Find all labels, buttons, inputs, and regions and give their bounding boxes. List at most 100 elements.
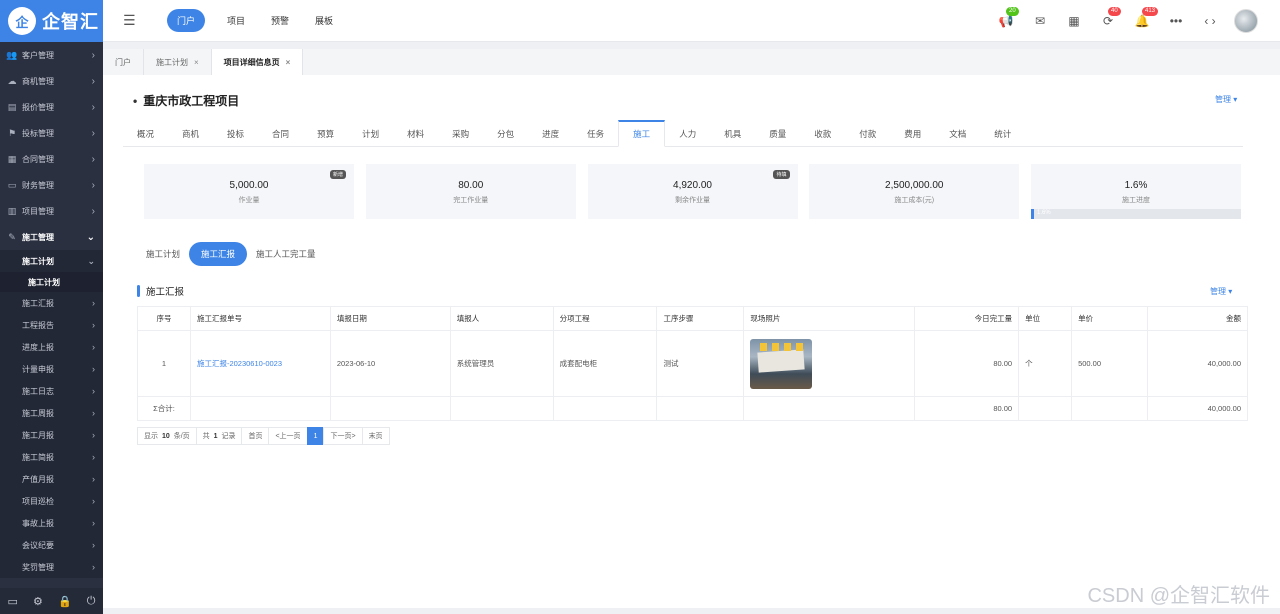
project-tab[interactable]: 机具 xyxy=(710,120,755,147)
project-tab[interactable]: 合同 xyxy=(258,120,303,147)
prev-page-button[interactable]: <上一页 xyxy=(268,427,308,445)
col-header[interactable]: 工序步骤 xyxy=(656,306,745,331)
sidebar-sub-item[interactable]: 施工汇报 › xyxy=(0,292,103,314)
next-page-button[interactable]: 下一页> xyxy=(323,427,363,445)
sidebar-sub-item[interactable]: 会议纪要 › xyxy=(0,534,103,556)
sidebar-item-project[interactable]: ▥ 项目管理 › xyxy=(0,198,103,224)
project-tab[interactable]: 分包 xyxy=(483,120,528,147)
bell-icon[interactable]: 🔔 413 xyxy=(1130,7,1159,28)
report-code-link[interactable]: 施工汇报-20230610-0023 xyxy=(189,330,331,397)
sidebar-sub-item[interactable]: 施工月报 › xyxy=(0,424,103,446)
page-size[interactable]: 显示 10 条/页 xyxy=(137,427,197,445)
chevron-right-icon: › xyxy=(92,430,95,440)
avatar[interactable] xyxy=(1234,9,1258,33)
sidebar-item-finance[interactable]: ▭ 财务管理 › xyxy=(0,172,103,198)
project-tab[interactable]: 任务 xyxy=(573,120,618,147)
page-tabs: 门户 施工计划 × 项目详细信息页 × xyxy=(103,49,1280,75)
site-photo[interactable] xyxy=(750,338,813,389)
sidebar-sub-item[interactable]: 奖罚管理 › xyxy=(0,556,103,578)
manage-dropdown[interactable]: 管理 ▾ xyxy=(1215,94,1237,105)
monitor-icon[interactable]: ▭ xyxy=(8,595,18,608)
project-tab[interactable]: 文档 xyxy=(935,120,980,147)
sidebar-sub-item[interactable]: 进度上报 › xyxy=(0,336,103,358)
sidebar-sub-item[interactable]: 施工日志 › xyxy=(0,380,103,402)
sidebar-item-bid[interactable]: ⚑ 投标管理 › xyxy=(0,120,103,146)
project-tab[interactable]: 费用 xyxy=(890,120,935,147)
chevron-right-icon: › xyxy=(92,342,95,352)
sidebar-sub-construction-plan[interactable]: 施工计划 ⌄ xyxy=(0,250,103,272)
section-manage-dropdown[interactable]: 管理 ▾ xyxy=(1210,286,1232,297)
project-tab[interactable]: 施工 xyxy=(618,120,666,147)
sync-icon[interactable]: ⟳ 40 xyxy=(1096,7,1121,28)
sidebar-item-opportunity[interactable]: ☁ 商机管理 › xyxy=(0,68,103,94)
sidebar-sub-item[interactable]: 项目巡检 › xyxy=(0,490,103,512)
col-header[interactable]: 施工汇报单号 xyxy=(189,306,331,331)
menu-toggle-icon[interactable]: ☰ xyxy=(123,12,137,29)
col-header[interactable]: 今日完工量 xyxy=(914,306,1020,331)
nav-board[interactable]: 展板 xyxy=(315,9,333,32)
project-tab[interactable]: 质量 xyxy=(755,120,800,147)
table-row[interactable]: 1 施工汇报-20230610-0023 2023-06-10 系统管理员 成套… xyxy=(137,330,1248,397)
pill-tab-labor[interactable]: 施工人工完工量 xyxy=(247,242,325,266)
mail-icon[interactable]: ✉ xyxy=(1028,14,1052,28)
nav-project[interactable]: 项目 xyxy=(227,9,245,32)
project-tab[interactable]: 付款 xyxy=(845,120,890,147)
close-icon[interactable]: × xyxy=(194,58,199,67)
sidebar-sub-item[interactable]: 施工简报 › xyxy=(0,446,103,468)
pill-tab-plan[interactable]: 施工计划 xyxy=(137,242,189,266)
project-tab[interactable]: 采购 xyxy=(438,120,483,147)
sidebar-sub-item[interactable]: 计量申报 › xyxy=(0,358,103,380)
nav-portal[interactable]: 门户 xyxy=(167,9,206,32)
col-header[interactable]: 单位 xyxy=(1018,306,1073,331)
code-icon[interactable]: ‹ › xyxy=(1198,14,1222,28)
tab-project-detail[interactable]: 项目详细信息页 × xyxy=(211,49,304,75)
col-header[interactable]: 金额 xyxy=(1147,306,1248,331)
page-number-button[interactable]: 1 xyxy=(306,427,325,445)
col-header[interactable]: 序号 xyxy=(137,306,191,331)
sidebar-sub-item[interactable]: 产值月报 › xyxy=(0,468,103,490)
lock-icon[interactable]: 🔒 xyxy=(58,595,72,608)
stat-tag[interactable]: 待填 xyxy=(773,170,790,179)
project-tab[interactable]: 商机 xyxy=(168,120,213,147)
sidebar-sub-item[interactable]: 工程报告 › xyxy=(0,314,103,336)
sidebar-sub-item[interactable]: 施工周报 › xyxy=(0,402,103,424)
more-icon[interactable]: ••• xyxy=(1164,14,1188,28)
tab-construction-plan[interactable]: 施工计划 × xyxy=(144,49,212,75)
chevron-right-icon: › xyxy=(91,75,95,87)
project-tab[interactable]: 投标 xyxy=(213,120,258,147)
col-header[interactable]: 填报日期 xyxy=(329,306,451,331)
stat-tag[interactable]: 新增 xyxy=(329,170,346,179)
last-page-button[interactable]: 末页 xyxy=(361,427,390,445)
sidebar-item-quote[interactable]: ▤ 报价管理 › xyxy=(0,94,103,120)
project-tab[interactable]: 进度 xyxy=(528,120,573,147)
gear-icon[interactable]: ⚙ xyxy=(33,595,43,608)
project-tab[interactable]: 人力 xyxy=(665,120,710,147)
project-tab[interactable]: 收款 xyxy=(800,120,845,147)
sidebar-item-construction[interactable]: ✎ 施工管理 ⌄ xyxy=(0,224,103,250)
col-header[interactable]: 单价 xyxy=(1071,306,1148,331)
pill-tab-report[interactable]: 施工汇报 xyxy=(189,242,248,266)
sidebar-sub-item[interactable]: 事故上报 › xyxy=(0,512,103,534)
chevron-right-icon: › xyxy=(92,540,95,550)
sidebar-subsub-construction-plan[interactable]: 施工计划 xyxy=(0,272,103,292)
project-tab[interactable]: 预算 xyxy=(303,120,348,147)
megaphone-icon[interactable]: 📢 20 xyxy=(994,7,1019,28)
col-header[interactable]: 现场照片 xyxy=(743,306,916,331)
close-icon[interactable]: × xyxy=(286,58,291,67)
col-header[interactable]: 分项工程 xyxy=(552,306,658,331)
project-tab[interactable]: 统计 xyxy=(980,120,1025,147)
project-tab[interactable]: 计划 xyxy=(348,120,393,147)
calendar-icon[interactable]: ▦ xyxy=(1062,14,1086,28)
first-page-button[interactable]: 首页 xyxy=(241,427,270,445)
sidebar-item-contract[interactable]: ▦ 合同管理 › xyxy=(0,146,103,172)
brand-logo[interactable]: 企 企智汇 xyxy=(0,0,103,42)
nav-alert[interactable]: 预警 xyxy=(271,9,289,32)
col-header[interactable]: 填报人 xyxy=(449,306,554,331)
sidebar-item-customer[interactable]: 👥 客户管理 › xyxy=(0,42,103,68)
chevron-right-icon: › xyxy=(92,452,95,462)
tab-portal[interactable]: 门户 xyxy=(103,49,144,75)
project-tab[interactable]: 概况 xyxy=(123,120,168,147)
project-tab[interactable]: 材料 xyxy=(393,120,438,147)
progress-bar: 1.6% xyxy=(1031,209,1241,219)
power-icon[interactable]: ⏻ xyxy=(87,595,96,608)
